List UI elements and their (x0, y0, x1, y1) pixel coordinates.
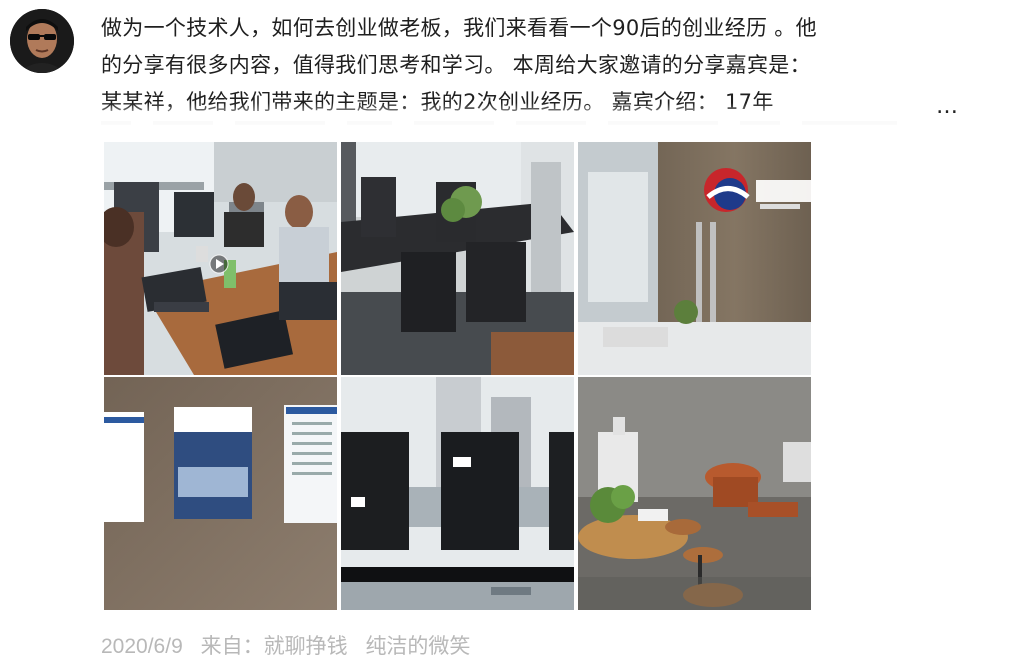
from-label: 来自： (200, 635, 264, 658)
post-footer: 2020/6/9 来自：就聊挣钱 纯洁的微笑 (101, 630, 482, 660)
photo-reception-logo[interactable] (578, 142, 811, 375)
photo-office-team[interactable] (104, 142, 337, 375)
photo-grid (104, 142, 812, 610)
text-fade (95, 103, 975, 133)
avatar-icon (10, 9, 74, 73)
post-date: 2020/6/9 (101, 635, 183, 658)
author-name-link[interactable]: 纯洁的微笑 (365, 635, 470, 658)
post-text-line-2: 的分享有很多内容，值得我们思考和学习。 本周给大家邀请的分享嘉宾是： (101, 53, 811, 77)
photo-window-view[interactable] (341, 377, 574, 610)
source-link[interactable]: 就聊挣钱 (264, 635, 348, 658)
photo-wall-posters[interactable] (104, 377, 337, 610)
photo-lounge-area[interactable] (578, 377, 811, 610)
post-text-line-1: 做为一个技术人，如何去创业做老板，我们来看看一个90后的创业经历 。他 (101, 16, 817, 40)
author-avatar[interactable] (10, 9, 74, 73)
photo-meeting-room[interactable] (341, 142, 574, 375)
expand-more-icon[interactable]: … (936, 94, 959, 119)
